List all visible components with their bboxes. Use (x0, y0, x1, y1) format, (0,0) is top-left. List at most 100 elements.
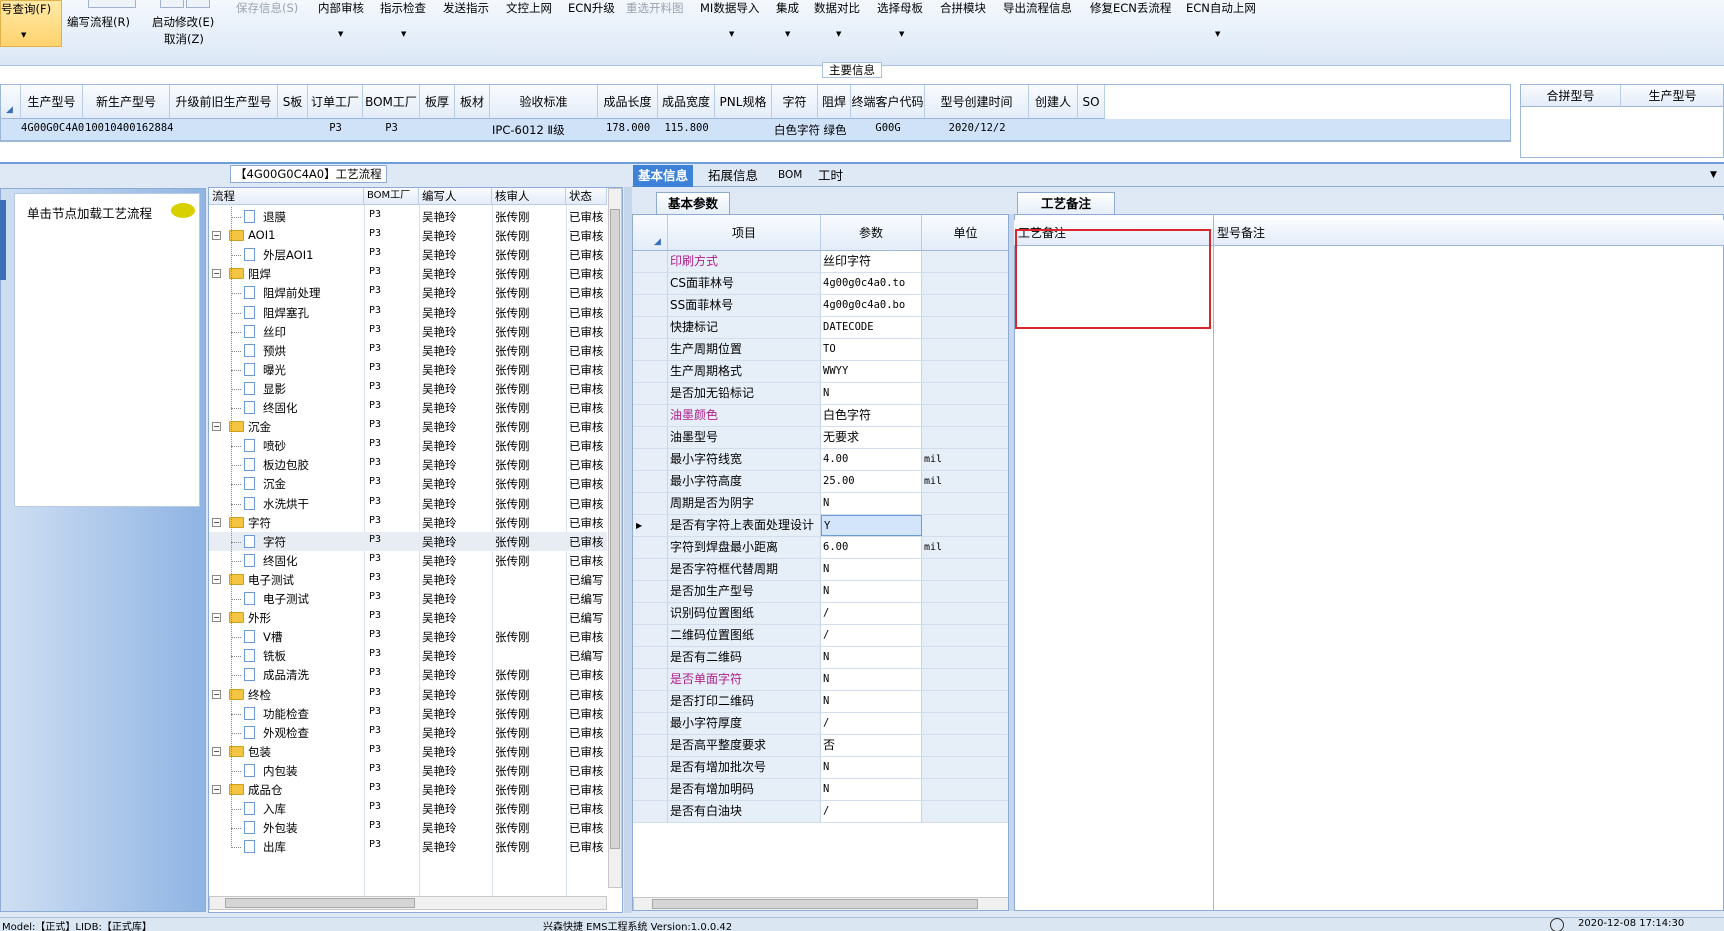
tree-row[interactable]: − 包装 P3 吴艳玲 张传刚 已审核 (209, 742, 607, 761)
data-compare-button[interactable]: 数据对比 (814, 0, 860, 16)
param-value[interactable]: 白色字符 (821, 405, 922, 426)
fix-ecn-button[interactable]: 修复ECN丢流程 (1090, 0, 1171, 16)
tab-basic-params[interactable]: 基本参数 (656, 192, 730, 214)
row-indicator[interactable] (633, 493, 668, 514)
integrate-dropdown-icon[interactable]: ▼ (785, 30, 790, 38)
model-remark-textarea[interactable] (1214, 247, 1708, 909)
guide-check-dropdown-icon[interactable]: ▼ (401, 30, 406, 38)
send-guide-button[interactable]: 发送指示 (443, 0, 489, 16)
param-value[interactable]: N (821, 757, 922, 778)
tree-row[interactable]: 功能检查 P3 吴艳玲 张传刚 已审核 (209, 704, 607, 723)
param-value[interactable]: TO (821, 339, 922, 360)
collapse-icon[interactable]: − (212, 785, 221, 794)
ecn-auto-dropdown-icon[interactable]: ▼ (1215, 30, 1220, 38)
param-row[interactable]: SS面菲林号 4g00g0c4a0.bo (633, 295, 1008, 317)
main-grid-header[interactable]: 板材 (455, 85, 490, 119)
tree-hscroll[interactable] (209, 896, 607, 910)
tab-hours[interactable]: 工时 (813, 165, 848, 187)
param-header-unit[interactable]: 单位 (922, 215, 1008, 251)
param-row[interactable]: 识别码位置图纸 / (633, 603, 1008, 625)
row-indicator[interactable] (633, 581, 668, 602)
tree-row[interactable]: − 阻焊 P3 吴艳玲 张传刚 已审核 (209, 264, 607, 283)
main-grid-header[interactable]: 订单工厂 (308, 85, 363, 119)
internal-review-dropdown-icon[interactable]: ▼ (338, 30, 343, 38)
param-value[interactable]: 丝印字符 (821, 251, 922, 272)
param-header-item[interactable]: 项目 (668, 215, 821, 251)
row-indicator[interactable] (633, 405, 668, 426)
main-grid-row[interactable] (1, 119, 1510, 141)
param-row[interactable]: 印刷方式 丝印字符 (633, 251, 1008, 273)
row-indicator[interactable] (633, 735, 668, 756)
mi-import-dropdown-icon[interactable]: ▼ (729, 30, 734, 38)
param-row[interactable]: 最小字符高度 25.00 mil (633, 471, 1008, 493)
tree-row[interactable]: 预烘 P3 吴艳玲 张传刚 已审核 (209, 341, 607, 360)
tree-row[interactable]: − 终检 P3 吴艳玲 张传刚 已审核 (209, 685, 607, 704)
tree-row[interactable]: 成品清洗 P3 吴艳玲 张传刚 已审核 (209, 665, 607, 684)
main-grid-header[interactable]: 字符 (772, 85, 818, 119)
param-row[interactable]: 是否加无铅标记 N (633, 383, 1008, 405)
internal-review-button[interactable]: 内部审核 (318, 0, 364, 16)
main-grid-header[interactable]: 终端客户代码 (851, 85, 925, 119)
write-flow-button[interactable]: 编写流程(R) (67, 14, 130, 30)
param-value[interactable]: 否 (821, 735, 922, 756)
param-row[interactable]: 是否有增加明码 N (633, 779, 1008, 801)
tree-row[interactable]: − 外形 P3 吴艳玲 已编写 (209, 608, 607, 627)
tree-row[interactable]: 终固化 P3 吴艳玲 张传刚 已审核 (209, 551, 607, 570)
tree-row[interactable]: 显影 P3 吴艳玲 张传刚 已审核 (209, 379, 607, 398)
row-indicator[interactable] (633, 779, 668, 800)
row-indicator[interactable] (633, 559, 668, 580)
ecn-upgrade-button[interactable]: ECN升级 (568, 0, 615, 16)
tree-header-bom[interactable]: BOM工厂 (364, 188, 419, 205)
load-flow-card[interactable]: 单击节点加载工艺流程 (14, 193, 200, 507)
row-indicator[interactable] (633, 537, 668, 558)
param-value[interactable]: 25.00 (821, 471, 922, 492)
param-hscroll[interactable] (633, 897, 1008, 910)
row-indicator[interactable] (633, 603, 668, 624)
param-value[interactable]: / (821, 801, 922, 822)
param-value[interactable]: N (821, 383, 922, 404)
param-value[interactable]: N (821, 691, 922, 712)
integrate-button[interactable]: 集成 (776, 0, 799, 16)
param-value[interactable]: N (821, 581, 922, 602)
tree-row[interactable]: 外观检查 P3 吴艳玲 张传刚 已审核 (209, 723, 607, 742)
param-row[interactable]: 是否高平整度要求否 (633, 735, 1008, 757)
param-value[interactable]: Y (821, 515, 922, 536)
param-row[interactable]: 是否单面字符 N (633, 669, 1008, 691)
tab-process-remark[interactable]: 工艺备注 (1017, 192, 1115, 214)
param-value[interactable]: WWYY (821, 361, 922, 382)
row-indicator[interactable] (633, 251, 668, 272)
row-indicator[interactable] (633, 801, 668, 822)
export-flow-button[interactable]: 导出流程信息 (1003, 0, 1072, 16)
row-indicator[interactable] (633, 383, 668, 404)
row-indicator[interactable] (633, 625, 668, 646)
param-row[interactable]: 生产周期位置 TO (633, 339, 1008, 361)
row-indicator[interactable] (633, 273, 668, 294)
main-grid-header[interactable]: 创建人 (1029, 85, 1078, 119)
collapse-icon[interactable]: − (212, 517, 221, 527)
tree-row[interactable]: 阻焊前处理 P3 吴艳玲 张传刚 已审核 (209, 283, 607, 302)
save-info-button[interactable]: 保存信息(S) (236, 0, 298, 16)
tree-row[interactable]: 外层AOI1 P3 吴艳玲 张传刚 已审核 (209, 245, 607, 264)
row-indicator[interactable] (633, 757, 668, 778)
main-grid-header[interactable]: PNL规格 (715, 85, 772, 119)
tree-row[interactable]: 内包装 P3 吴艳玲 张传刚 已审核 (209, 761, 607, 780)
param-value[interactable]: DATECODE (821, 317, 922, 338)
tree-header-reviewer[interactable]: 核审人 (492, 188, 566, 205)
tree-row[interactable]: 丝印 P3 吴艳玲 张传刚 已审核 (209, 322, 607, 341)
tab-basic-info[interactable]: 基本信息 (633, 165, 694, 187)
param-row[interactable]: 是否有白油块 / (633, 801, 1008, 823)
tree-row[interactable]: − 成品仓 P3 吴艳玲 张传刚 已审核 (209, 780, 607, 799)
guide-check-button[interactable]: 指示检查 (380, 0, 426, 16)
tree-header-flow[interactable]: 流程 (209, 188, 364, 205)
param-value[interactable]: 无要求 (821, 427, 922, 448)
param-value[interactable]: N (821, 559, 922, 580)
tree-row[interactable]: 水洗烘干 P3 吴艳玲 张传刚 已审核 (209, 494, 607, 513)
param-value[interactable]: 4g00g0c4a0.to (821, 273, 922, 294)
param-value[interactable]: 4g00g0c4a0.bo (821, 295, 922, 316)
param-row[interactable]: 油墨颜色 白色字符 (633, 405, 1008, 427)
param-value[interactable]: N (821, 669, 922, 690)
param-row[interactable]: 生产周期格式 WWYY (633, 361, 1008, 383)
tree-row[interactable]: − 电子测试 P3 吴艳玲 已编写 (209, 570, 607, 589)
param-value[interactable]: N (821, 493, 922, 514)
param-value[interactable]: / (821, 603, 922, 624)
